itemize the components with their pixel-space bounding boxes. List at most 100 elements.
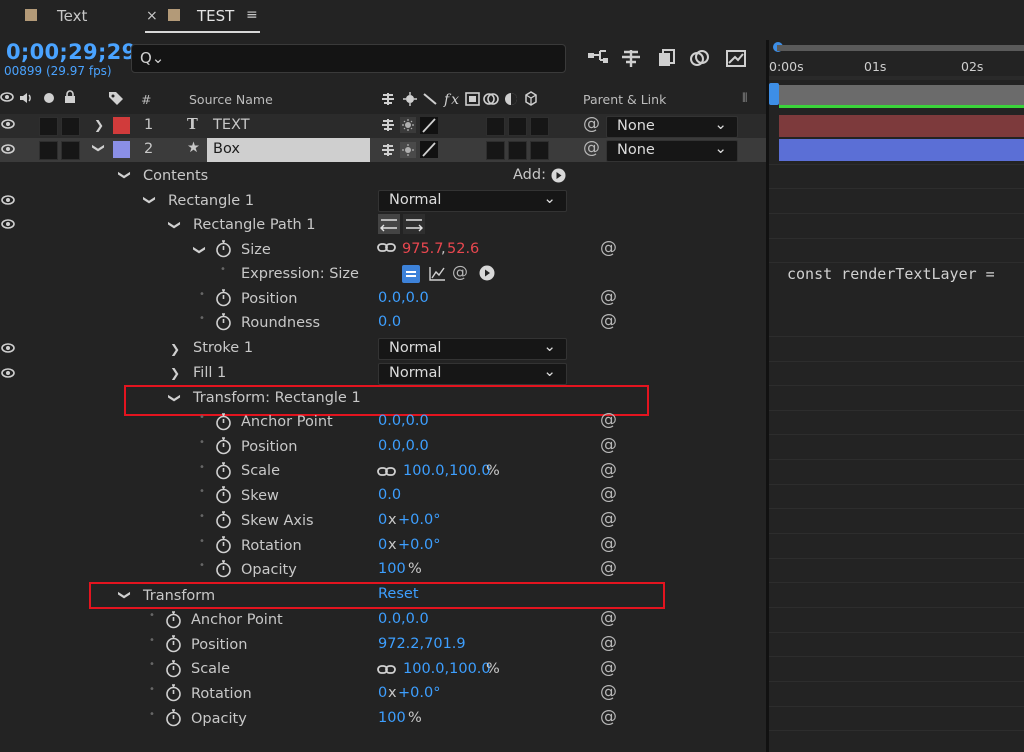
expression-language-menu-icon[interactable] xyxy=(479,265,495,285)
quality-switch-icon[interactable] xyxy=(420,117,438,134)
expression-code-text[interactable]: const renderTextLayer = xyxy=(787,265,995,283)
adjustment-layer-toggle[interactable] xyxy=(508,117,527,136)
anchor-point-value[interactable]: 0.0,0.0 xyxy=(378,413,429,429)
chevron-down-icon[interactable]: ❯ xyxy=(92,143,106,153)
chevron-down-icon[interactable]: ❯ xyxy=(168,393,182,403)
pick-whip-icon[interactable]: @ xyxy=(600,682,617,702)
eye-icon[interactable] xyxy=(1,342,15,358)
shy-switch-icon[interactable] xyxy=(380,142,396,162)
graph-icon[interactable] xyxy=(428,266,446,286)
pick-whip-icon[interactable]: @ xyxy=(600,558,617,578)
chevron-down-icon[interactable]: ❯ xyxy=(168,220,182,230)
stopwatch-icon[interactable] xyxy=(215,560,232,582)
layer-bar-text[interactable] xyxy=(779,115,1024,137)
scale-value[interactable]: 100.0,100.0 xyxy=(403,661,491,677)
stopwatch-icon[interactable] xyxy=(215,313,232,335)
stopwatch-icon[interactable] xyxy=(215,437,232,459)
tab-test[interactable]: TEST xyxy=(197,7,234,25)
label-tag-icon[interactable] xyxy=(107,90,125,109)
tab-menu-icon[interactable]: ≡ xyxy=(246,7,258,23)
add-play-icon[interactable] xyxy=(551,168,566,187)
blend-mode-dropdown[interactable]: Normal ⌄ xyxy=(378,189,567,212)
reset-transform-link[interactable]: Reset xyxy=(378,586,419,602)
3d-layer-toggle[interactable] xyxy=(530,141,549,160)
position-value[interactable]: 972.2,701.9 xyxy=(378,636,466,652)
solo-toggle[interactable] xyxy=(39,117,58,136)
stopwatch-icon[interactable] xyxy=(215,240,232,262)
fill-group[interactable]: Fill 1 xyxy=(193,365,226,381)
rotation-revolutions[interactable]: 0 xyxy=(378,685,387,701)
shy-switch-icon[interactable] xyxy=(380,117,396,137)
blend-mode-dropdown[interactable]: Normal ⌄ xyxy=(378,337,567,360)
opacity-value[interactable]: 100 xyxy=(378,561,406,577)
3d-layer-toggle[interactable] xyxy=(530,117,549,136)
size-x-value[interactable]: 975.7 xyxy=(402,241,444,257)
enable-expression-icon[interactable] xyxy=(402,265,420,283)
path-direction-forward-icon[interactable] xyxy=(403,214,425,234)
skew-axis-revolutions[interactable]: 0 xyxy=(378,512,387,528)
constrain-proportions-link-icon[interactable] xyxy=(377,241,397,259)
transform-group[interactable]: Transform xyxy=(143,588,215,604)
adjustment-layer-toggle[interactable] xyxy=(508,141,527,160)
parent-link-header[interactable]: Parent & Link xyxy=(583,92,666,107)
contents-group[interactable]: Contents xyxy=(143,168,208,184)
pick-whip-icon[interactable]: @ xyxy=(452,262,468,281)
stopwatch-icon[interactable] xyxy=(165,635,182,657)
rotation-degrees[interactable]: +0.0° xyxy=(398,685,440,701)
scale-value[interactable]: 100.0,100.0 xyxy=(403,463,491,479)
parent-dropdown[interactable]: None ⌄ xyxy=(606,115,738,138)
label-color-swatch[interactable] xyxy=(113,141,130,158)
blend-mode-dropdown[interactable]: Normal ⌄ xyxy=(378,362,567,385)
pick-whip-icon[interactable]: @ xyxy=(600,460,617,480)
stopwatch-icon[interactable] xyxy=(215,486,232,508)
pick-whip-icon[interactable]: @ xyxy=(600,633,617,653)
graph-editor-icon[interactable] xyxy=(724,47,748,69)
pick-whip-icon[interactable]: @ xyxy=(600,707,617,727)
pick-whip-icon[interactable]: @ xyxy=(600,238,617,258)
chevron-right-icon[interactable]: ❯ xyxy=(170,342,180,356)
frame-blending-icon[interactable] xyxy=(655,47,679,69)
opacity-value[interactable]: 100 xyxy=(378,710,406,726)
rotation-degrees[interactable]: +0.0° xyxy=(398,537,440,553)
quality-switch-icon[interactable] xyxy=(420,141,438,158)
pick-whip-icon[interactable]: @ xyxy=(600,608,617,628)
search-input[interactable]: Q⌄ xyxy=(131,44,566,73)
stroke-group[interactable]: Stroke 1 xyxy=(193,340,253,356)
parent-dropdown[interactable]: None ⌄ xyxy=(606,139,738,162)
stopwatch-icon[interactable] xyxy=(215,413,232,435)
eye-icon[interactable] xyxy=(1,118,15,134)
lock-toggle[interactable] xyxy=(61,117,80,136)
current-time-display[interactable]: 0;00;29;29 xyxy=(6,40,136,64)
pick-whip-icon[interactable]: @ xyxy=(600,410,617,430)
lock-toggle[interactable] xyxy=(61,141,80,160)
motion-blur-icon[interactable] xyxy=(688,47,712,69)
tab-text[interactable]: Text xyxy=(57,7,87,25)
video-switch-eye-icon[interactable] xyxy=(0,91,14,106)
path-direction-reverse-icon[interactable] xyxy=(378,214,400,234)
eye-icon[interactable] xyxy=(1,218,15,234)
eye-icon[interactable] xyxy=(1,194,15,210)
stopwatch-icon[interactable] xyxy=(215,289,232,311)
composition-mini-flowchart-icon[interactable] xyxy=(586,47,610,69)
transform-rectangle-group[interactable]: Transform: Rectangle 1 xyxy=(193,390,361,406)
pick-whip-icon[interactable]: @ xyxy=(600,534,617,554)
audio-switch-icon[interactable] xyxy=(18,91,34,108)
column-resize-handle[interactable]: ⦀ xyxy=(742,90,748,106)
pick-whip-icon[interactable]: @ xyxy=(600,435,617,455)
constrain-proportions-link-icon[interactable] xyxy=(377,465,397,483)
stopwatch-icon[interactable] xyxy=(215,462,232,484)
stopwatch-icon[interactable] xyxy=(165,660,182,682)
timeline-panel[interactable]: 0:00s 01s 02s const renderTextLayer = xyxy=(769,36,1024,752)
anchor-point-value[interactable]: 0.0,0.0 xyxy=(378,611,429,627)
layer-row-text[interactable]: ❯ 1 T TEXT @ None ⌄ xyxy=(0,114,766,138)
work-area-bar[interactable] xyxy=(777,45,1024,51)
layer-name[interactable]: TEXT xyxy=(213,117,250,133)
rectangle-path-group[interactable]: Rectangle Path 1 xyxy=(193,217,316,233)
solo-toggle[interactable] xyxy=(39,141,58,160)
stopwatch-icon[interactable] xyxy=(165,684,182,706)
rectangle-group[interactable]: Rectangle 1 xyxy=(168,193,254,209)
layer-name-selection[interactable]: Box xyxy=(207,138,370,162)
pick-whip-icon[interactable]: @ xyxy=(583,138,600,158)
stopwatch-icon[interactable] xyxy=(215,536,232,558)
layer-name[interactable]: Box xyxy=(213,141,240,157)
